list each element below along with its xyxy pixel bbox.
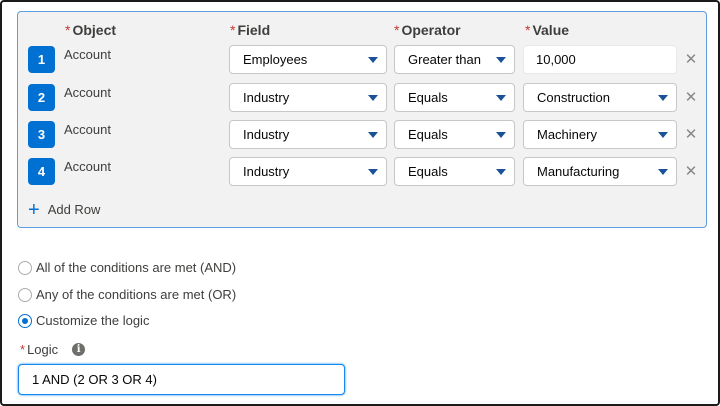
radio-checked-icon[interactable]: [18, 313, 32, 328]
value-select-value: Manufacturing: [537, 164, 620, 179]
field-header-label: Field: [237, 22, 271, 38]
required-mark: *: [394, 22, 400, 38]
operator-select[interactable]: Equals: [394, 83, 515, 112]
operator-select-value: Equals: [408, 127, 448, 142]
radio-icon[interactable]: [18, 260, 32, 275]
row-object-label: Account: [64, 47, 111, 62]
value-column-header: * Value: [525, 22, 569, 38]
operator-select[interactable]: Greater than: [394, 45, 515, 74]
chevron-down-icon: [368, 131, 378, 138]
row-number-badge: 2: [28, 84, 55, 111]
plus-icon: +: [28, 198, 40, 221]
delete-row-icon[interactable]: ✕: [684, 90, 698, 105]
value-select-value: Machinery: [537, 127, 597, 142]
chevron-down-icon: [368, 168, 378, 175]
delete-row-icon[interactable]: ✕: [684, 164, 698, 179]
condition-option-label: All of the conditions are met (AND): [36, 260, 237, 275]
operator-select[interactable]: Equals: [394, 157, 515, 186]
chevron-down-icon: [496, 56, 506, 63]
object-header-label: Object: [72, 22, 117, 38]
chevron-down-icon: [658, 94, 668, 101]
required-mark: *: [65, 22, 71, 38]
value-select[interactable]: Machinery: [523, 120, 677, 149]
condition-option-custom[interactable]: Customize the logic: [18, 313, 149, 328]
condition-option-label: Customize the logic: [36, 313, 150, 328]
logic-label-text: Logic: [27, 342, 59, 357]
field-select[interactable]: Employees: [229, 45, 387, 74]
field-select-value: Industry: [243, 127, 290, 142]
chevron-down-icon: [496, 94, 506, 101]
delete-row-icon[interactable]: ✕: [684, 127, 698, 142]
field-select[interactable]: Industry: [229, 83, 387, 112]
operator-header-label: Operator: [401, 22, 461, 38]
chevron-down-icon: [496, 168, 506, 175]
value-select[interactable]: Manufacturing: [523, 157, 677, 186]
field-select[interactable]: Industry: [229, 157, 387, 186]
required-mark: *: [230, 22, 236, 38]
required-mark: *: [20, 342, 26, 357]
value-input[interactable]: 10,000: [523, 45, 677, 74]
required-mark: *: [525, 22, 531, 38]
operator-select-value: Equals: [408, 164, 448, 179]
operator-select-value: Greater than: [408, 52, 481, 67]
field-select-value: Employees: [243, 52, 308, 67]
logic-field-label: * Logic i: [20, 342, 86, 357]
field-column-header: * Field: [230, 22, 270, 38]
field-select-value: Industry: [243, 90, 290, 105]
row-number-badge: 3: [28, 121, 55, 148]
add-row-button[interactable]: + Add Row: [28, 198, 101, 221]
chevron-down-icon: [658, 131, 668, 138]
chevron-down-icon: [368, 56, 378, 63]
chevron-down-icon: [368, 94, 378, 101]
delete-row-icon[interactable]: ✕: [684, 52, 698, 67]
chevron-down-icon: [496, 131, 506, 138]
operator-select[interactable]: Equals: [394, 120, 515, 149]
field-select-value: Industry: [243, 164, 290, 179]
row-object-label: Account: [64, 85, 111, 100]
row-object-label: Account: [64, 122, 111, 137]
value-select-value: Construction: [537, 90, 610, 105]
window-frame: * Object * Field * Operator * Value 1 Accoun…: [0, 0, 720, 406]
value-header-label: Value: [532, 22, 570, 38]
logic-input[interactable]: 1 AND (2 OR 3 OR 4): [18, 364, 345, 395]
condition-option-or[interactable]: Any of the conditions are met (OR): [18, 287, 236, 302]
add-row-label: Add Row: [47, 202, 101, 217]
condition-option-and[interactable]: All of the conditions are met (AND): [18, 260, 236, 275]
operator-select-value: Equals: [408, 90, 448, 105]
operator-column-header: * Operator: [394, 22, 461, 38]
chevron-down-icon: [658, 168, 668, 175]
object-column-header: * Object: [65, 22, 116, 38]
row-number-badge: 1: [28, 46, 55, 73]
row-number-badge: 4: [28, 158, 55, 185]
filter-conditions-panel: * Object * Field * Operator * Value 1 Accoun…: [17, 11, 707, 228]
row-object-label: Account: [64, 159, 111, 174]
condition-option-label: Any of the conditions are met (OR): [36, 287, 237, 302]
radio-icon[interactable]: [18, 287, 32, 302]
info-icon[interactable]: i: [72, 343, 86, 356]
field-select[interactable]: Industry: [229, 120, 387, 149]
value-select[interactable]: Construction: [523, 83, 677, 112]
